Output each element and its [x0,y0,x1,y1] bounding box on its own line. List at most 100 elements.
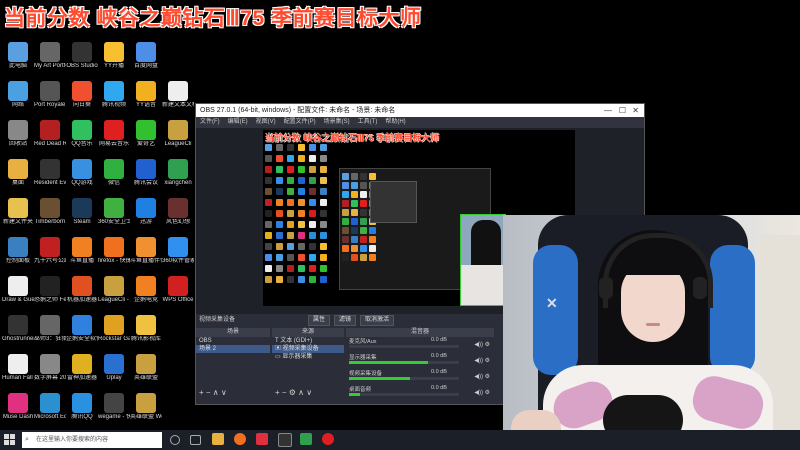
filters-button[interactable]: 滤镜 [334,315,357,326]
desktop-icon[interactable]: 巫师3：狂猎 [34,315,66,343]
desktop-icon[interactable]: 迅游 [130,198,162,226]
obs-menu-item[interactable]: 配置文件(P) [284,119,316,125]
desktop-icon[interactable]: 机器加速器 [66,276,98,304]
desktop-icon[interactable]: wegame - 快捷方式 [98,393,130,421]
desktop-icon[interactable]: Draw & Guess [2,276,34,304]
mute-settings-icon[interactable]: ◀)) ⚙ [474,341,490,348]
desktop-icon[interactable]: QQ音乐 [66,120,98,148]
properties-button[interactable]: 属性 [308,315,331,326]
desktop-icon[interactable]: Ghostrunner - 快捷方式 [2,315,34,343]
mini-desktop-icon [320,144,327,151]
desktop-icon[interactable]: 网络 [2,81,34,109]
desktop-icon[interactable]: Timberborn [34,198,66,226]
desktop-icon[interactable]: Resident Evil Village [34,159,66,187]
desktop-icon[interactable]: 回收站 [2,120,34,148]
volume-meter[interactable] [349,345,459,348]
desktop-icon[interactable]: 新建文本文档 [162,81,194,109]
mute-settings-icon[interactable]: ◀)) ⚙ [474,373,490,380]
obs-titlebar: OBS 27.0.1 (64-bit, windows) - 配置文件: 未命名… [196,104,644,117]
scene-item[interactable]: 场景 2 [196,345,270,353]
mini-desktop-icon [309,210,316,217]
desktop-icon[interactable]: 风色幻想 [162,198,194,226]
desktop-icon[interactable]: firefox - 快捷方式 [98,237,130,265]
desktop-icon[interactable]: 此电脑 [2,42,34,70]
desktop-icon[interactable]: 恐鹅之师 Fear sur [34,276,66,304]
desktop-icon[interactable]: Red Dead Redempti [34,120,66,148]
mini-desktop-icon [287,221,294,228]
desktop-icon[interactable]: xiangchen [162,159,194,187]
obs-menu-item[interactable]: 视图(V) [256,119,276,125]
source-item[interactable]: ▭ 显示器采集 [272,353,344,361]
obs-menu-item[interactable]: 文件(F) [200,119,220,125]
cortana-icon[interactable] [170,435,180,445]
task-view-icon[interactable] [190,435,201,445]
desktop-icon[interactable]: 英雄联盟 [130,354,162,382]
desktop-icon[interactable]: 向日葵 [66,81,98,109]
desktop-icon[interactable]: 企鹅安全软件 [66,315,98,343]
windows-start-icon[interactable] [4,434,16,446]
close-icon[interactable]: ✕ [632,104,639,117]
desktop-icon[interactable]: 爱奇艺 [130,120,162,148]
maximize-icon[interactable]: ☐ [619,104,626,117]
obs-menu-item[interactable]: 帮助(H) [385,119,405,125]
desktop-icon[interactable]: 九十六号公路 [34,237,66,265]
volume-meter[interactable] [349,361,459,364]
desktop-icon[interactable]: QQ游戏 [66,159,98,187]
desktop-icon-label: 百度网盘 [133,63,158,69]
scene-item[interactable]: OBS [196,337,270,345]
app-icon[interactable] [256,433,268,445]
desktop-icon[interactable]: 英雄联盟 WeGame版 [130,393,162,421]
desktop-icon[interactable]: 360安全卫士 [98,198,130,226]
volume-meter[interactable] [349,377,459,380]
desktop-icon[interactable]: LeagueCli - 快捷方式 [98,276,130,304]
app-icon [40,315,60,335]
desktop-icon[interactable]: YY开播 [98,42,130,70]
desktop-icon[interactable]: Microsoft Edge [34,393,66,421]
desktop-icon[interactable]: 腾讯视频 [98,81,130,109]
desktop-icon[interactable]: 腾讯会议 [130,159,162,187]
obs-menu-item[interactable]: 场景集(S) [324,119,350,125]
mute-settings-icon[interactable]: ◀)) ⚙ [474,357,490,364]
desktop-icon[interactable]: 腾讯影视库 [130,315,162,343]
desktop-icon[interactable]: Port Royale 4 Soundtr [34,81,66,109]
desktop-icon[interactable]: WPS Office [162,276,194,304]
desktop-icon[interactable]: 腾讯QQ [66,393,98,421]
firefox-icon[interactable] [234,433,246,445]
mini-desktop-icon [309,188,316,195]
desktop-icon[interactable]: My Art Portfo [34,42,66,70]
source-item[interactable]: T 文本 (GDI+) [272,337,344,345]
app-icon [72,276,92,296]
mute-settings-icon[interactable]: ◀)) ⚙ [474,389,490,396]
desktop-icon[interactable]: LeagueCli [162,120,194,148]
desktop-icon[interactable]: Steam [66,198,98,226]
desktop-icon[interactable]: Human Fall Flat [2,354,34,382]
obs-menu-item[interactable]: 工具(T) [358,119,378,125]
file-explorer-icon[interactable] [212,433,224,445]
desktop-icon[interactable]: 新建文件夹 [2,198,34,226]
desktop-icon[interactable]: Muse Dash [2,393,34,421]
desktop-icon[interactable]: 斗鱼直播伴侣 [130,237,162,265]
desktop-icon[interactable]: 斗鱼直播 [66,237,98,265]
desktop-icon[interactable]: OBS Studio [66,42,98,70]
desktop-icon[interactable]: YY语音 [130,81,162,109]
desktop-icon[interactable]: 数字屏幕 2020091 [34,354,66,382]
desktop-icon[interactable]: 微信 [98,159,130,187]
taskbar-search-box[interactable]: ⌕ 在这里输入你要搜索的内容 [22,432,162,448]
desktop-icon[interactable]: 网易云音乐 [98,120,130,148]
app-icon [104,198,124,218]
desktop-icon[interactable]: 360软件管家 [162,237,194,265]
desktop-icon[interactable]: Rockstar Games [98,315,130,343]
desktop-icon[interactable]: 百度网盘 [130,42,162,70]
desktop-icon[interactable]: 桌面 [2,159,34,187]
wechat-icon[interactable] [300,433,312,445]
obs-menu-item[interactable]: 编辑(E) [228,119,248,125]
source-item[interactable]: ▣ 视频采集设备 [272,345,344,353]
desktop-icon[interactable]: 雷神加速器 [66,354,98,382]
desktop-icon[interactable]: 控制面板 [2,237,34,265]
desktop-icon[interactable]: 企鹅电竞 [130,276,162,304]
minimize-icon[interactable]: — [604,104,612,117]
obs-taskbar-icon[interactable] [278,433,292,447]
deactivate-button[interactable]: 取消激活 [360,315,395,326]
netease-music-icon[interactable] [322,433,334,445]
desktop-icon[interactable]: Uplay [98,354,130,382]
